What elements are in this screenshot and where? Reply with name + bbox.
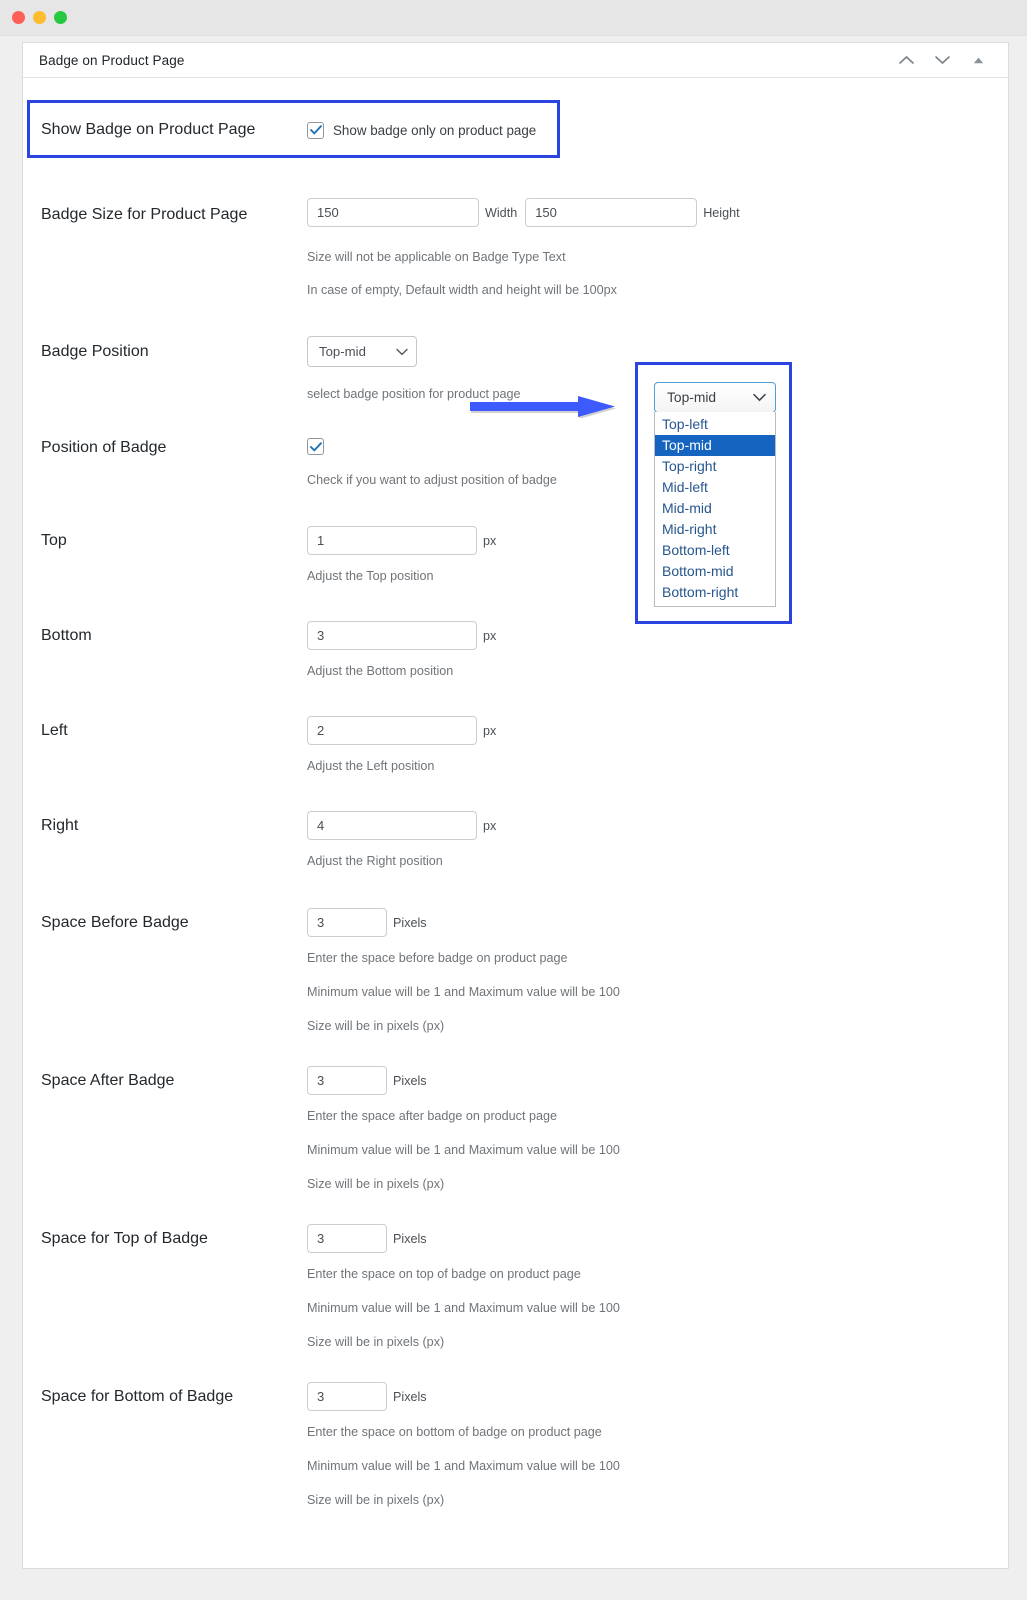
left-position-label: Left — [41, 722, 68, 739]
dropdown-option-bottom-right[interactable]: Bottom-right — [655, 582, 775, 603]
dropdown-option-top-mid[interactable]: Top-mid — [655, 435, 775, 456]
right-position-label: Right — [41, 817, 79, 834]
dropdown-option-bottom-left[interactable]: Bottom-left — [655, 540, 775, 561]
badge-position-select-value: Top-mid — [319, 344, 366, 359]
show-badge-checkbox[interactable] — [307, 121, 324, 139]
page-viewport: Badge on Product Page Show Badge on Prod… — [0, 36, 1027, 1600]
dropdown-option-mid-mid[interactable]: Mid-mid — [655, 498, 775, 519]
right-position-input[interactable] — [307, 811, 477, 840]
space-before-badge-label: Space Before Badge — [41, 914, 189, 931]
chevron-down-icon — [396, 344, 408, 359]
space-bottom-of-badge-row: Space for Bottom of Badge Pixels Enter t… — [23, 1382, 1008, 1509]
top-position-label: Top — [41, 532, 67, 549]
badge-width-unit-label: Width — [485, 205, 518, 220]
badge-height-input[interactable] — [525, 198, 698, 227]
badge-settings-panel: Badge on Product Page Show Badge on Prod… — [22, 42, 1009, 1569]
badge-position-dropdown-annotation: Top-mid Top-left Top-mid Top-right Mid-l… — [635, 362, 792, 624]
badge-size-label: Badge Size for Product Page — [41, 206, 248, 223]
dropdown-option-bottom-mid[interactable]: Bottom-mid — [655, 561, 775, 582]
space-after-hint-3: Size will be in pixels (px) — [307, 1177, 445, 1191]
bottom-position-row: Bottom px Adjust the Bottom position — [23, 621, 1008, 680]
space-bottom-of-badge-input[interactable] — [307, 1382, 387, 1411]
bottom-position-hint: Adjust the Bottom position — [307, 664, 454, 678]
position-of-badge-label: Position of Badge — [41, 439, 167, 456]
panel-title: Badge on Product Page — [39, 52, 185, 68]
space-top-hint-3: Size will be in pixels (px) — [307, 1335, 445, 1349]
panel-header: Badge on Product Page — [23, 43, 1008, 78]
bottom-position-label: Bottom — [41, 627, 92, 644]
space-top-hint-2: Minimum value will be 1 and Maximum valu… — [307, 1301, 620, 1315]
badge-size-hint-2: In case of empty, Default width and heig… — [307, 283, 617, 297]
space-before-badge-unit-label: Pixels — [393, 915, 427, 930]
badge-position-dropdown-value: Top-mid — [667, 390, 717, 405]
panel-header-actions — [896, 50, 994, 70]
space-bottom-hint-1: Enter the space on bottom of badge on pr… — [307, 1425, 602, 1439]
chevron-down-icon[interactable] — [932, 50, 952, 70]
top-position-input[interactable] — [307, 526, 477, 555]
badge-width-input[interactable] — [307, 198, 479, 227]
dropdown-option-top-left[interactable]: Top-left — [655, 414, 775, 435]
right-position-hint: Adjust the Right position — [307, 854, 443, 868]
show-badge-checkbox-label: Show badge only on product page — [333, 122, 537, 138]
right-position-unit-label: px — [483, 818, 497, 833]
show-badge-section: Show Badge on Product Page Show badge on… — [23, 98, 1008, 176]
badge-height-unit-label: Height — [703, 205, 740, 220]
collapse-triangle-icon[interactable] — [968, 50, 988, 70]
space-after-badge-unit-label: Pixels — [393, 1073, 427, 1088]
chevron-down-icon — [753, 390, 766, 405]
top-position-row: Top px Adjust the Top position — [23, 526, 1008, 585]
dropdown-option-mid-right[interactable]: Mid-right — [655, 519, 775, 540]
space-top-of-badge-row: Space for Top of Badge Pixels Enter the … — [23, 1224, 1008, 1351]
window-minimize-button[interactable] — [33, 11, 46, 24]
window-maximize-button[interactable] — [54, 11, 67, 24]
window-titlebar — [0, 0, 1027, 36]
space-top-hint-1: Enter the space on top of badge on produ… — [307, 1267, 581, 1281]
space-before-hint-3: Size will be in pixels (px) — [307, 1019, 445, 1033]
window-close-button[interactable] — [12, 11, 25, 24]
left-position-hint: Adjust the Left position — [307, 759, 435, 773]
badge-position-dropdown-toggle[interactable]: Top-mid — [654, 382, 776, 413]
badge-position-row: Badge Position Top-mid select badge posi… — [23, 336, 1008, 403]
dropdown-option-mid-left[interactable]: Mid-left — [655, 477, 775, 498]
top-position-unit-label: px — [483, 533, 497, 548]
space-before-hint-1: Enter the space before badge on product … — [307, 951, 568, 965]
space-after-badge-row: Space After Badge Pixels Enter the space… — [23, 1066, 1008, 1193]
dropdown-option-top-right[interactable]: Top-right — [655, 456, 775, 477]
left-position-unit-label: px — [483, 723, 497, 738]
space-before-badge-input[interactable] — [307, 908, 387, 937]
bottom-position-input[interactable] — [307, 621, 477, 650]
space-before-badge-row: Space Before Badge Pixels Enter the spac… — [23, 908, 1008, 1035]
space-bottom-hint-2: Minimum value will be 1 and Maximum valu… — [307, 1459, 620, 1473]
space-bottom-hint-3: Size will be in pixels (px) — [307, 1493, 445, 1507]
space-bottom-of-badge-label: Space for Bottom of Badge — [41, 1388, 234, 1405]
space-after-badge-input[interactable] — [307, 1066, 387, 1095]
right-position-row: Right px Adjust the Right position — [23, 811, 1008, 870]
space-bottom-of-badge-unit-label: Pixels — [393, 1389, 427, 1404]
position-of-badge-checkbox[interactable] — [307, 438, 324, 456]
panel-body: Show Badge on Product Page Show badge on… — [23, 78, 1008, 1509]
space-after-hint-1: Enter the space after badge on product p… — [307, 1109, 557, 1123]
space-top-of-badge-unit-label: Pixels — [393, 1231, 427, 1246]
left-position-input[interactable] — [307, 716, 477, 745]
space-top-of-badge-input[interactable] — [307, 1224, 387, 1253]
badge-position-label: Badge Position — [41, 343, 149, 360]
left-position-row: Left px Adjust the Left position — [23, 716, 1008, 775]
show-badge-label: Show Badge on Product Page — [41, 121, 256, 139]
space-after-hint-2: Minimum value will be 1 and Maximum valu… — [307, 1143, 620, 1157]
space-after-badge-label: Space After Badge — [41, 1072, 175, 1089]
badge-size-hint-1: Size will not be applicable on Badge Typ… — [307, 250, 566, 264]
bottom-position-unit-label: px — [483, 628, 497, 643]
space-before-hint-2: Minimum value will be 1 and Maximum valu… — [307, 985, 620, 999]
chevron-up-icon[interactable] — [896, 50, 916, 70]
app-window: Badge on Product Page Show Badge on Prod… — [0, 0, 1027, 1600]
space-top-of-badge-label: Space for Top of Badge — [41, 1230, 208, 1247]
badge-position-option-list[interactable]: Top-left Top-mid Top-right Mid-left Mid-… — [654, 412, 776, 607]
badge-position-select[interactable]: Top-mid — [307, 336, 417, 367]
position-of-badge-row: Position of Badge Check if you want to a… — [23, 438, 1008, 489]
badge-size-row: Badge Size for Product Page Width Height… — [23, 198, 1008, 299]
